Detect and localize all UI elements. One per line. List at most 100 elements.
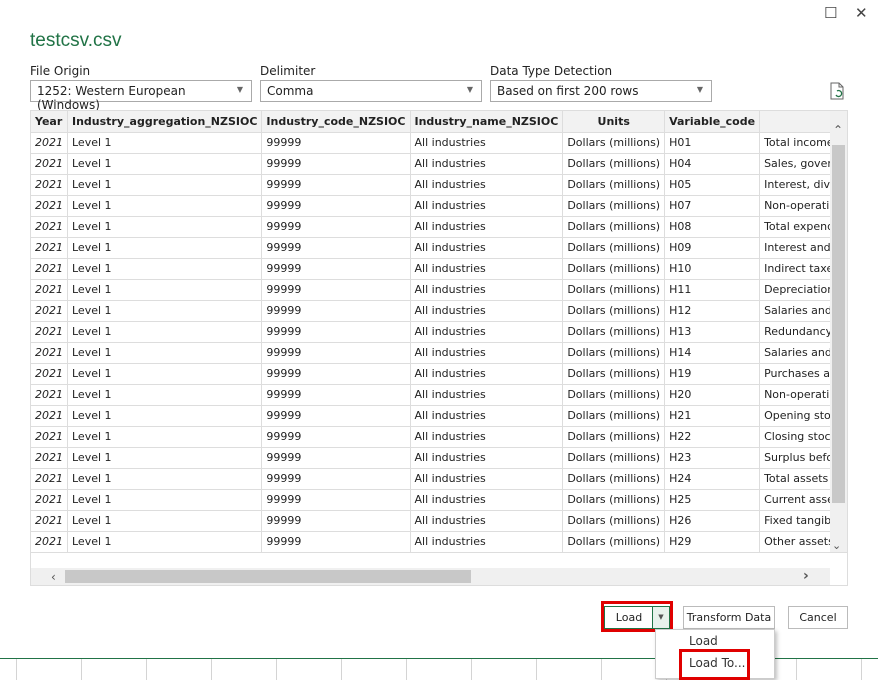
table-cell: 2021 [31, 132, 68, 154]
table-cell: 2021 [31, 321, 68, 343]
maximize-icon[interactable]: ☐ [824, 4, 837, 22]
table-cell: 99999 [261, 405, 411, 427]
column-header[interactable]: Industry_aggregation_NZSIOC [67, 111, 263, 133]
table-cell: All industries [410, 531, 564, 553]
column-header[interactable]: Industry_name_NZSIOC [410, 111, 564, 133]
table-cell: 99999 [261, 216, 411, 238]
cancel-button[interactable]: Cancel [788, 606, 848, 629]
table-cell: Level 1 [67, 153, 263, 175]
table-cell: Level 1 [67, 489, 263, 511]
column-header[interactable]: Year [31, 111, 68, 133]
table-cell: All industries [410, 195, 564, 217]
table-cell: 99999 [261, 489, 411, 511]
file-refresh-icon[interactable] [829, 82, 845, 103]
table-row: 2021 Level 1 99999 All industries Dollars (m… [31, 258, 847, 280]
load-dropdown-button[interactable]: ▼ [652, 606, 670, 629]
table-row: 2021 Level 1 99999 All industries Dollars (m… [31, 279, 847, 301]
table-cell: 99999 [261, 510, 411, 532]
table-cell: 2021 [31, 237, 68, 259]
close-icon[interactable]: ✕ [855, 4, 868, 22]
table-cell: 2021 [31, 195, 68, 217]
table-cell: All industries [410, 258, 564, 280]
column-header[interactable]: Variable_code [664, 111, 761, 133]
table-cell: Dollars (millions) [562, 531, 666, 553]
table-cell: Level 1 [67, 531, 263, 553]
table-cell: 99999 [261, 174, 411, 196]
column-header[interactable]: Units [562, 111, 666, 133]
table-cell: 2021 [31, 468, 68, 490]
table-cell: H04 [664, 153, 761, 175]
grid-line [276, 659, 277, 680]
file-origin-select[interactable]: 1252: Western European (Windows) ▼ [30, 80, 252, 112]
table-cell: All industries [410, 321, 564, 343]
table-cell: 2021 [31, 363, 68, 385]
table-cell: Level 1 [67, 405, 263, 427]
table-cell: H21 [664, 405, 761, 427]
menu-item-load[interactable]: Load [689, 634, 718, 648]
table-cell: H24 [664, 468, 761, 490]
table-row: 2021 Level 1 99999 All industries Dollars (m… [31, 447, 847, 469]
table-cell: Dollars (millions) [562, 258, 666, 280]
table-cell: H08 [664, 216, 761, 238]
table-cell: Level 1 [67, 216, 263, 238]
table-cell: Dollars (millions) [562, 132, 666, 154]
table-cell: Dollars (millions) [562, 384, 666, 406]
table-cell: 99999 [261, 426, 411, 448]
table-cell: All industries [410, 279, 564, 301]
delimiter-select[interactable]: Comma ▼ [260, 80, 482, 102]
vertical-scrollbar[interactable]: ⌃ ⌄ [830, 111, 847, 552]
table-row: 2021 Level 1 99999 All industries Dollars (m… [31, 195, 847, 217]
grid-line [861, 659, 862, 680]
table-cell: Dollars (millions) [562, 405, 666, 427]
table-cell: H14 [664, 342, 761, 364]
table-cell: H10 [664, 258, 761, 280]
grid-line [81, 659, 82, 680]
table-cell: Level 1 [67, 426, 263, 448]
table-cell: 2021 [31, 531, 68, 553]
scroll-up-icon: ⌃ [833, 123, 844, 137]
grid-line [146, 659, 147, 680]
table-row: 2021 Level 1 99999 All industries Dollars (m… [31, 153, 847, 175]
table-cell: H22 [664, 426, 761, 448]
table-cell: Level 1 [67, 447, 263, 469]
vertical-scroll-thumb[interactable] [832, 145, 845, 503]
table-cell: Dollars (millions) [562, 363, 666, 385]
scroll-down-icon: ⌄ [832, 539, 842, 552]
table-cell: 99999 [261, 237, 411, 259]
table-cell: 99999 [261, 132, 411, 154]
table-cell: All industries [410, 153, 564, 175]
table-cell: All industries [410, 300, 564, 322]
horizontal-scrollbar[interactable]: ‹ › [31, 568, 830, 585]
table-cell: All industries [410, 447, 564, 469]
caret-down-icon: ▼ [658, 613, 664, 621]
table-cell: Level 1 [67, 237, 263, 259]
table-cell: 99999 [261, 468, 411, 490]
detection-select[interactable]: Based on first 200 rows ▼ [490, 80, 712, 102]
table-row: 2021 Level 1 99999 All industries Dollars (m… [31, 531, 847, 553]
table-cell: 2021 [31, 153, 68, 175]
table-cell: Dollars (millions) [562, 447, 666, 469]
table-cell: Level 1 [67, 363, 263, 385]
table-cell: 99999 [261, 300, 411, 322]
table-cell: 2021 [31, 300, 68, 322]
table-cell: All industries [410, 510, 564, 532]
table-cell: All industries [410, 426, 564, 448]
transform-data-button[interactable]: Transform Data [683, 606, 775, 629]
table-cell: All industries [410, 174, 564, 196]
chevron-down-icon: ▼ [466, 85, 473, 94]
grid-line [341, 659, 342, 680]
table-cell: 99999 [261, 384, 411, 406]
table-cell: 99999 [261, 363, 411, 385]
table-cell: 2021 [31, 342, 68, 364]
file-origin-value: 1252: Western European (Windows) [37, 84, 186, 112]
table-cell: Level 1 [67, 258, 263, 280]
table-cell: Dollars (millions) [562, 300, 666, 322]
table-cell: H12 [664, 300, 761, 322]
load-button[interactable]: Load [604, 606, 653, 629]
table-cell: H11 [664, 279, 761, 301]
column-header[interactable]: Industry_code_NZSIOC [261, 111, 411, 133]
horizontal-scroll-thumb[interactable] [65, 570, 471, 583]
table-cell: 99999 [261, 531, 411, 553]
table-row: 2021 Level 1 99999 All industries Dollars (m… [31, 132, 847, 154]
table-cell: Dollars (millions) [562, 342, 666, 364]
